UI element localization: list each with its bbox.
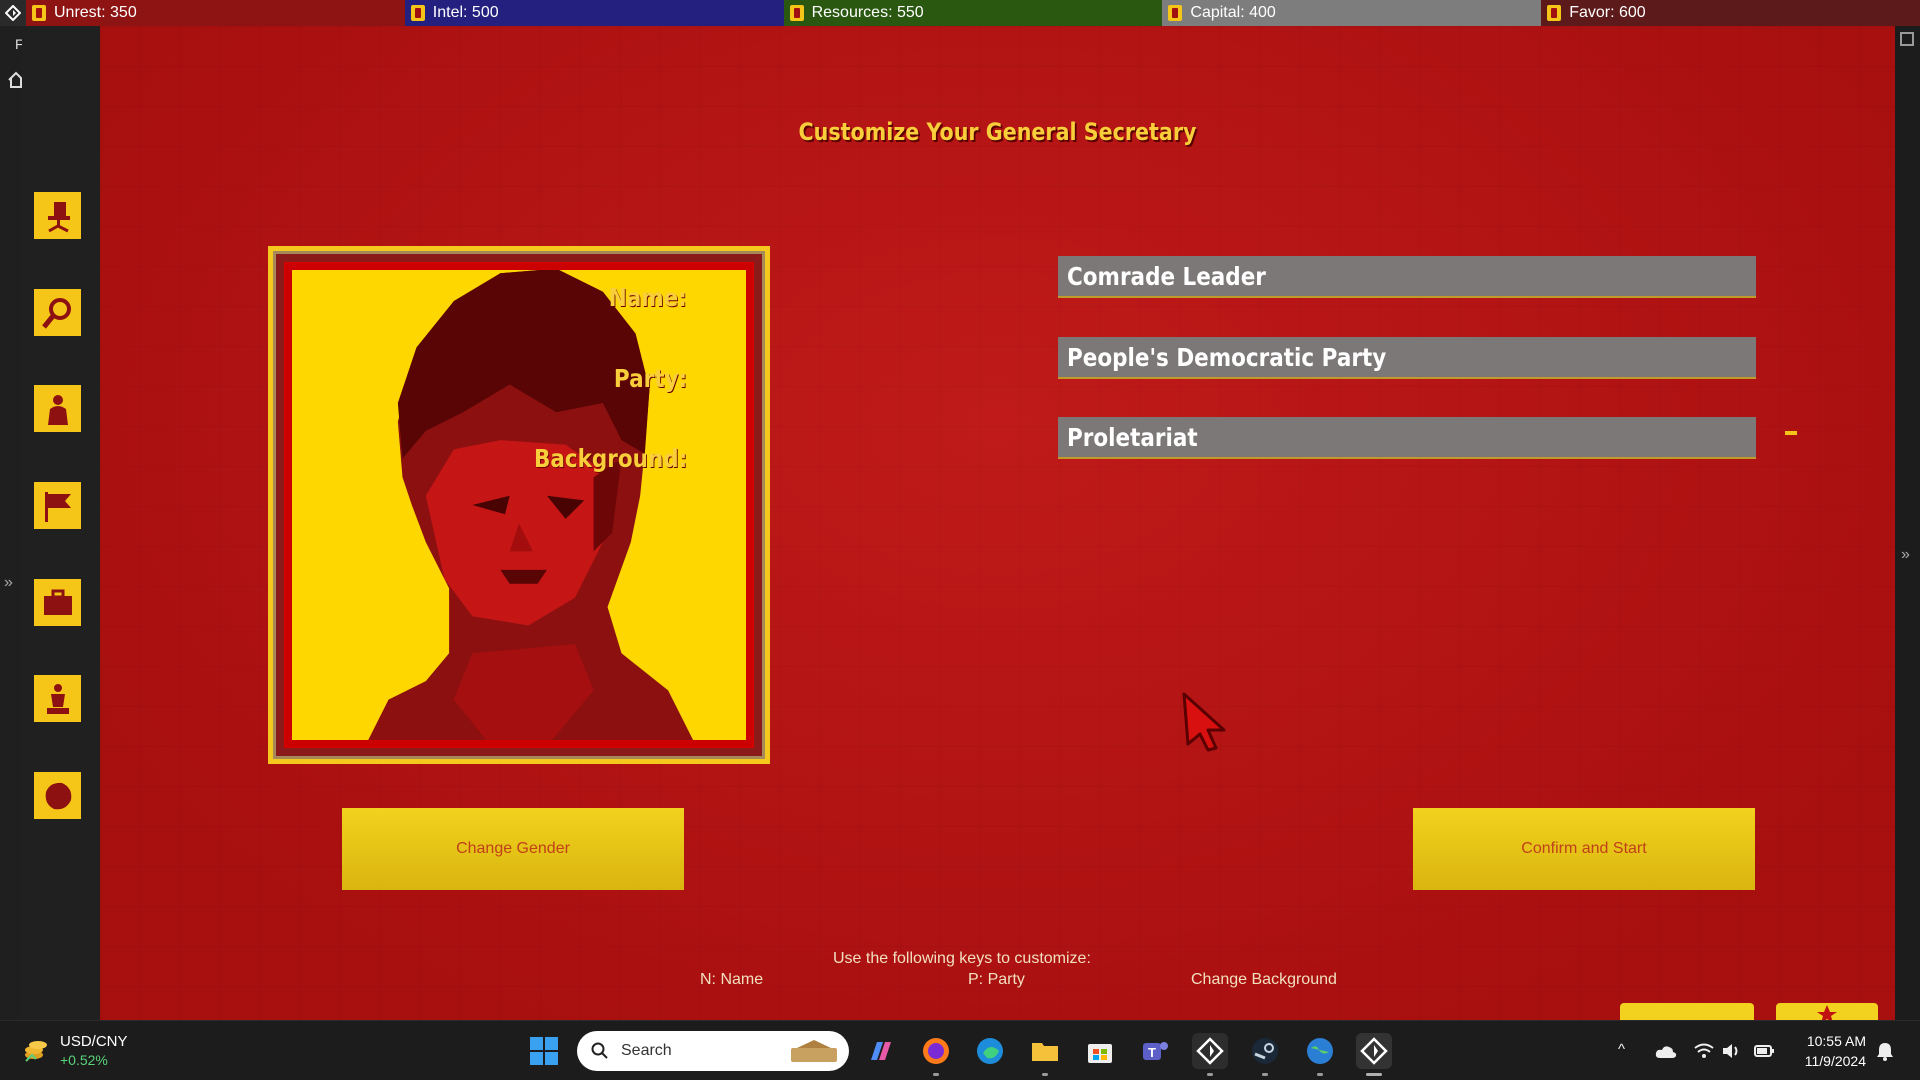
stat-favor: Favor: 600	[1541, 0, 1920, 26]
clock-date: 11/9/2024	[1804, 1053, 1866, 1069]
resources-icon	[789, 5, 804, 21]
magnifier-icon[interactable]	[34, 289, 81, 336]
app-diamond-icon[interactable]	[1192, 1033, 1228, 1069]
restore-icon[interactable]	[1900, 32, 1914, 46]
clock-time: 10:55 AM	[1806, 1033, 1866, 1049]
file-explorer-icon[interactable]	[1027, 1033, 1063, 1069]
stat-unrest: Unrest: 350	[26, 0, 405, 26]
search-placeholder: Search	[621, 1042, 672, 1059]
change-gender-button[interactable]: Change Gender	[342, 808, 684, 890]
copilot-icon[interactable]	[862, 1033, 898, 1069]
page-title: Customize Your General Secretary	[798, 118, 1197, 146]
steam-icon[interactable]	[1247, 1033, 1283, 1069]
stat-intel: Intel: 500	[404, 0, 784, 26]
running-indicator	[1042, 1073, 1048, 1076]
hint-background: Change Background	[1191, 971, 1337, 988]
edge-icon[interactable]	[972, 1033, 1008, 1069]
store-icon[interactable]	[1082, 1033, 1118, 1069]
taskbar-search[interactable]: Search	[577, 1031, 849, 1071]
running-indicator	[933, 1073, 939, 1076]
briefcase-icon[interactable]	[34, 579, 81, 626]
app-icon[interactable]	[0, 0, 26, 26]
running-indicator	[1262, 1073, 1268, 1076]
ticker-name: USD/CNY	[60, 1033, 128, 1050]
right-edge-panel: »	[1895, 26, 1920, 1020]
game-app-icon[interactable]	[1356, 1033, 1392, 1069]
leader-portrait	[268, 246, 770, 764]
stat-label: Resources: 550	[811, 4, 924, 21]
hint-name: N: Name	[700, 971, 764, 988]
firefox-icon[interactable]	[918, 1033, 954, 1069]
confirm-start-button[interactable]: Confirm and Start	[1413, 808, 1755, 890]
wifi-icon[interactable]	[1694, 1043, 1714, 1059]
search-highlight-icon	[791, 1040, 837, 1062]
teams-icon[interactable]: T	[1137, 1033, 1173, 1069]
hint-party: P: Party	[968, 971, 1025, 988]
text-cursor	[1785, 431, 1797, 435]
stat-label: Favor: 600	[1569, 4, 1646, 21]
svg-text:T: T	[1148, 1045, 1156, 1060]
party-field[interactable]: People's Democratic Party	[1058, 337, 1756, 379]
expand-icon[interactable]: »	[4, 574, 13, 592]
battery-icon[interactable]	[1754, 1043, 1774, 1059]
system-clock[interactable]: 10:55 AM 11/9/2024	[1780, 1031, 1866, 1071]
volume-icon[interactable]	[1722, 1043, 1740, 1059]
search-icon	[591, 1042, 608, 1059]
eye-icon	[410, 5, 425, 21]
favor-icon	[1547, 5, 1562, 21]
monument-icon[interactable]	[34, 675, 81, 722]
name-value: Comrade Leader	[1067, 261, 1266, 291]
background-label: Background:	[533, 444, 687, 473]
running-indicator	[1317, 1073, 1323, 1076]
stat-label: Unrest: 350	[54, 4, 137, 21]
background-value: Proletariat	[1067, 422, 1198, 452]
windows-start-icon[interactable]	[526, 1033, 562, 1069]
stat-label: Capital: 400	[1190, 4, 1276, 21]
hint-intro: Use the following keys to customize:	[833, 950, 1091, 967]
sidebar	[22, 26, 100, 1020]
stat-resources: Resources: 550	[783, 0, 1163, 26]
globe-icon[interactable]	[34, 772, 81, 819]
currency-widget[interactable]: USD/CNY +0.52%	[22, 1033, 128, 1068]
customize-screen: Customize Your General Secretary Name: C…	[100, 26, 1895, 1023]
flag-icon[interactable]	[34, 482, 81, 529]
person-icon[interactable]	[34, 385, 81, 432]
coins-icon	[25, 1040, 47, 1062]
unrest-icon	[32, 5, 46, 21]
name-field[interactable]: Comrade Leader	[1058, 256, 1756, 298]
active-indicator	[1366, 1073, 1382, 1076]
left-strip: F »	[0, 26, 24, 1020]
chevron-up-icon[interactable]: ^	[1618, 1041, 1625, 1058]
collapse-right-icon[interactable]: »	[1901, 546, 1910, 564]
resource-bar: Unrest: 350 Intel: 500 Resources: 550 Ca…	[0, 0, 1920, 26]
ticker-change: +0.52%	[60, 1052, 108, 1068]
stat-capital: Capital: 400	[1162, 0, 1542, 26]
portrait-image	[286, 264, 752, 746]
office-chair-icon[interactable]	[34, 192, 81, 239]
taskbar: USD/CNY +0.52% Search T ^ 10:55 AM 11/9/…	[0, 1020, 1920, 1080]
party-value: People's Democratic Party	[1067, 342, 1387, 372]
notification-bell-icon[interactable]	[1876, 1041, 1894, 1061]
running-indicator	[1207, 1073, 1213, 1076]
cloud-icon[interactable]	[1655, 1045, 1677, 1059]
stat-label: Intel: 500	[432, 4, 499, 21]
globe-app-icon[interactable]	[1302, 1033, 1338, 1069]
background-field[interactable]: Proletariat	[1058, 417, 1756, 459]
game-cursor-icon	[1182, 692, 1226, 752]
capital-icon	[1168, 5, 1183, 21]
party-label: Party:	[613, 364, 687, 393]
name-label: Name:	[608, 283, 687, 312]
